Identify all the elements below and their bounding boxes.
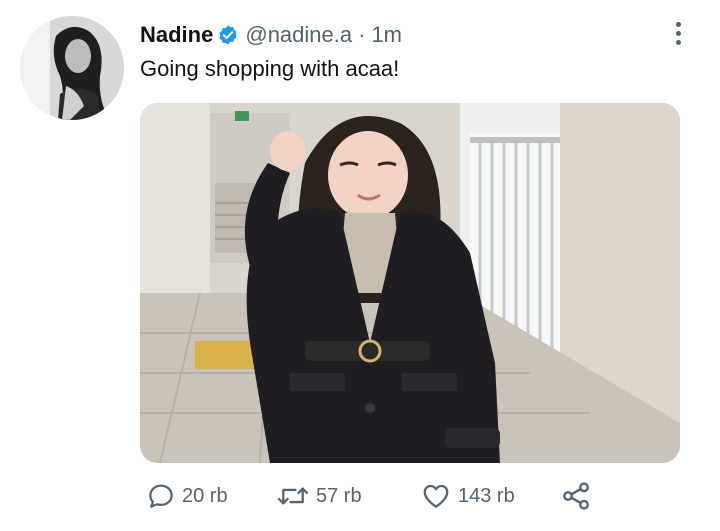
- avatar[interactable]: [20, 16, 124, 120]
- display-name[interactable]: Nadine: [140, 20, 213, 50]
- more-dot: [675, 21, 681, 27]
- tweet-header: Nadine @nadine.a · 1m: [140, 20, 402, 50]
- share-icon: [560, 480, 592, 512]
- reply-button[interactable]: 20 rb: [146, 476, 228, 516]
- avatar-photo: [20, 16, 124, 120]
- like-count: 143 rb: [458, 484, 515, 507]
- more-dot: [675, 30, 681, 36]
- tweet-media-photo[interactable]: [140, 103, 680, 463]
- more-dot: [675, 39, 681, 45]
- reply-count: 20 rb: [182, 484, 228, 507]
- reply-icon: [146, 481, 176, 511]
- separator-dot: ·: [358, 22, 366, 47]
- action-bar: 20 rb 57 rb 143 rb: [140, 476, 680, 516]
- tweet-text: Going shopping with acaa!: [140, 56, 400, 81]
- more-vertical-icon[interactable]: [668, 18, 688, 48]
- timestamp[interactable]: 1m: [371, 20, 402, 50]
- like-button[interactable]: 143 rb: [420, 476, 515, 516]
- verified-badge-icon: [217, 24, 239, 46]
- retweet-button[interactable]: 57 rb: [276, 476, 362, 516]
- heart-icon: [420, 481, 452, 511]
- handle[interactable]: @nadine.a: [245, 20, 352, 50]
- retweet-icon: [276, 481, 310, 511]
- share-button[interactable]: [560, 476, 592, 516]
- retweet-count: 57 rb: [316, 484, 362, 507]
